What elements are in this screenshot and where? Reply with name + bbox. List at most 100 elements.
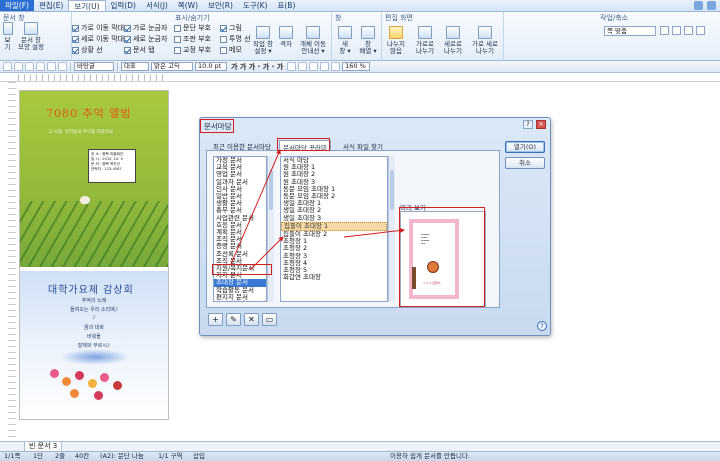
grid-icon — [279, 26, 293, 39]
template-card-reunion: 7080 추억 앨범 그 시절, 우리들의 추억을 떠올려요 장 소 : 행복 … — [20, 91, 168, 267]
check-v-ruler[interactable]: 세로 눈금자 — [124, 34, 167, 44]
zoom-out-icon[interactable] — [672, 26, 681, 35]
check-status-line[interactable]: 상황 선 — [72, 45, 103, 55]
align-left-icon[interactable] — [298, 62, 308, 71]
align-center-icon[interactable] — [309, 62, 319, 71]
print-icon[interactable] — [36, 62, 45, 71]
doc-template-dialog: 문서마당 ? ✕ 최근 이용한 문서마당 문서마당 꾸러미 서식 파일 찾기 가… — [199, 117, 551, 336]
divider — [117, 62, 118, 71]
vertical-ruler[interactable] — [8, 82, 16, 437]
doc-window-icon — [24, 22, 38, 35]
menu-insert[interactable]: 입력(D) — [106, 0, 141, 11]
template-item[interactable]: 생일 초대장 3 — [281, 214, 387, 222]
check-h-ruler[interactable]: 가로 눈금자 — [124, 23, 167, 33]
align-right-icon[interactable] — [320, 62, 330, 71]
menu-security[interactable]: 보안(R) — [203, 0, 238, 11]
hv-split-button[interactable]: 가로 세로 나누기 — [468, 26, 502, 55]
delete-icon[interactable]: ✕ — [244, 313, 259, 326]
menu-table[interactable]: 표(B) — [272, 0, 300, 11]
card-subtitle: 그 시절, 우리들의 추억을 떠올려요 — [48, 130, 114, 135]
close-icon[interactable]: ✕ — [536, 120, 546, 129]
preview-document: ▬▬▬▬ ▬▬▬ ▬▬▬▬ ▬▬ ㅇㅇㅇ 집들이 — [409, 219, 459, 299]
status-mode[interactable]: 삽입 — [193, 452, 205, 461]
new-window-button[interactable]: 새 창 ▾ — [334, 26, 356, 55]
check-picture[interactable]: 그림 — [220, 23, 242, 33]
zoom-in-icon[interactable] — [660, 26, 669, 35]
zoom-field[interactable]: 160 % — [342, 62, 371, 71]
color-icon[interactable] — [287, 62, 297, 71]
check-clear-line[interactable]: 투명 선 — [220, 34, 251, 44]
save-icon[interactable] — [25, 62, 34, 71]
zoom-width-icon[interactable] — [696, 26, 705, 35]
size-select[interactable]: 10.0 pt — [195, 62, 227, 71]
help-icon[interactable]: ? — [537, 321, 547, 331]
lang-select[interactable]: 대표 — [121, 62, 149, 71]
doc-setting-button[interactable]: 문서 창 모양 설정 — [16, 22, 46, 51]
zoom-page-icon[interactable] — [684, 26, 693, 35]
help-icon[interactable] — [707, 1, 716, 10]
checkbox-icon — [220, 24, 227, 32]
check-doc-tab[interactable]: 문서 탭 — [124, 45, 155, 55]
dialog-help-icon[interactable]: ? — [523, 120, 533, 129]
new-doc-icon[interactable] — [3, 62, 12, 71]
template-scrollbar[interactable] — [388, 156, 395, 302]
cascade-button[interactable]: 창 배열 ▾ — [357, 26, 379, 55]
category-item[interactable]: 프레젠테이션 문서 — [216, 300, 266, 301]
work-setting-button[interactable]: 작업 창 설정 ▾ — [250, 26, 276, 55]
check-h-scroll[interactable]: 가로 이동 막대 — [72, 23, 124, 33]
single-pane-icon — [389, 26, 403, 39]
checkbox-icon — [174, 46, 181, 54]
flower-illustration — [88, 379, 97, 388]
check-proof-mark[interactable]: 교정 부호 — [174, 45, 211, 55]
font-select[interactable]: 맑은 고딕 — [151, 62, 193, 71]
ribbon: 문서 창 보기 문서 창 모양 설정 가로 이동 막대 세로 이동 막대 상황 … — [0, 12, 720, 61]
view-button[interactable]: 보기 — [2, 22, 13, 51]
redo-icon[interactable] — [58, 62, 67, 71]
no-split-button[interactable]: 나누지 않음 — [384, 26, 408, 55]
add-icon[interactable]: + — [208, 313, 223, 326]
check-memo[interactable]: 메모 — [220, 45, 242, 55]
menu-file[interactable]: 파일(F) — [0, 0, 34, 11]
preview-name: ㅇㅇㅇ 집들이 — [423, 281, 441, 285]
card-line: 잘제와 부르시♪ — [77, 343, 111, 349]
group-zoom: 작업/축소 — [504, 12, 628, 61]
menu-page[interactable]: 쪽(W) — [173, 0, 203, 11]
edit-icon[interactable]: ✎ — [226, 313, 241, 326]
ruler-ticks — [18, 74, 168, 81]
open-button[interactable]: 열기(O) — [505, 141, 545, 153]
cancel-button[interactable]: 취소 — [505, 157, 545, 169]
category-list[interactable]: 가정 문서 교육 문서 영업 문서 일과자 문서 인사 문서 일반 문서 생활 문서 총무 문… — [213, 156, 267, 302]
minimize-icon[interactable] — [694, 1, 703, 10]
folder-icon[interactable]: ▭ — [262, 313, 277, 326]
check-v-scroll[interactable]: 세로 이동 막대 — [72, 34, 124, 44]
menu-edit[interactable]: 편집(E) — [34, 0, 68, 11]
status-page: 1/1쪽 — [4, 452, 21, 460]
checkbox-icon — [124, 24, 131, 32]
template-item[interactable]: 회갑연 초대장 — [281, 274, 387, 281]
menu-format[interactable]: 서식(J) — [141, 0, 173, 11]
open-icon[interactable] — [14, 62, 23, 71]
status-style: (A2): 문단 나눔 — [100, 452, 144, 460]
menu-view[interactable]: 보기(U) — [68, 0, 106, 11]
char-style-buttons[interactable]: 가 가 가 · 가 · 가 — [229, 62, 285, 72]
v-split-button[interactable]: 세로로 나누기 — [440, 26, 466, 55]
undo-icon[interactable] — [47, 62, 56, 71]
flower-illustration — [50, 369, 59, 378]
grid-button[interactable]: 격자 — [278, 26, 294, 48]
document-page[interactable]: 7080 추억 앨범 그 시절, 우리들의 추억을 떠올려요 장 소 : 행복 … — [19, 90, 169, 420]
horizontal-ruler[interactable] — [0, 73, 720, 82]
template-list[interactable]: 서식 마당 원 초대장 1원 초대장 2원 초대장 3 동문 모임 초대장 1 동문 … — [280, 156, 388, 302]
check-layout-mark[interactable]: 조판 부호 — [174, 34, 211, 44]
group-edit-screen: 편집 화면 나누지 않음 가로로 나누기 세로로 나누기 가로 세로 나누기 — [382, 12, 504, 61]
check-para-mark[interactable]: 문단 부호 — [174, 23, 211, 33]
justify-icon[interactable] — [331, 62, 341, 71]
divider — [70, 62, 71, 71]
group-window: 창 새 창 ▾ 창 배열 ▾ — [332, 12, 382, 61]
h-split-button[interactable]: 가로로 나누기 — [412, 26, 438, 55]
object-guide-button[interactable]: 개체 이동 안내선 ▾ — [296, 26, 330, 55]
flower-illustration — [70, 389, 79, 398]
menu-tools[interactable]: 도구(K) — [238, 0, 273, 11]
category-scrollbar[interactable] — [267, 156, 274, 302]
style-select[interactable]: 바탕글 — [74, 62, 114, 71]
zoom-select[interactable]: 쪽 맞춤 — [604, 26, 656, 36]
